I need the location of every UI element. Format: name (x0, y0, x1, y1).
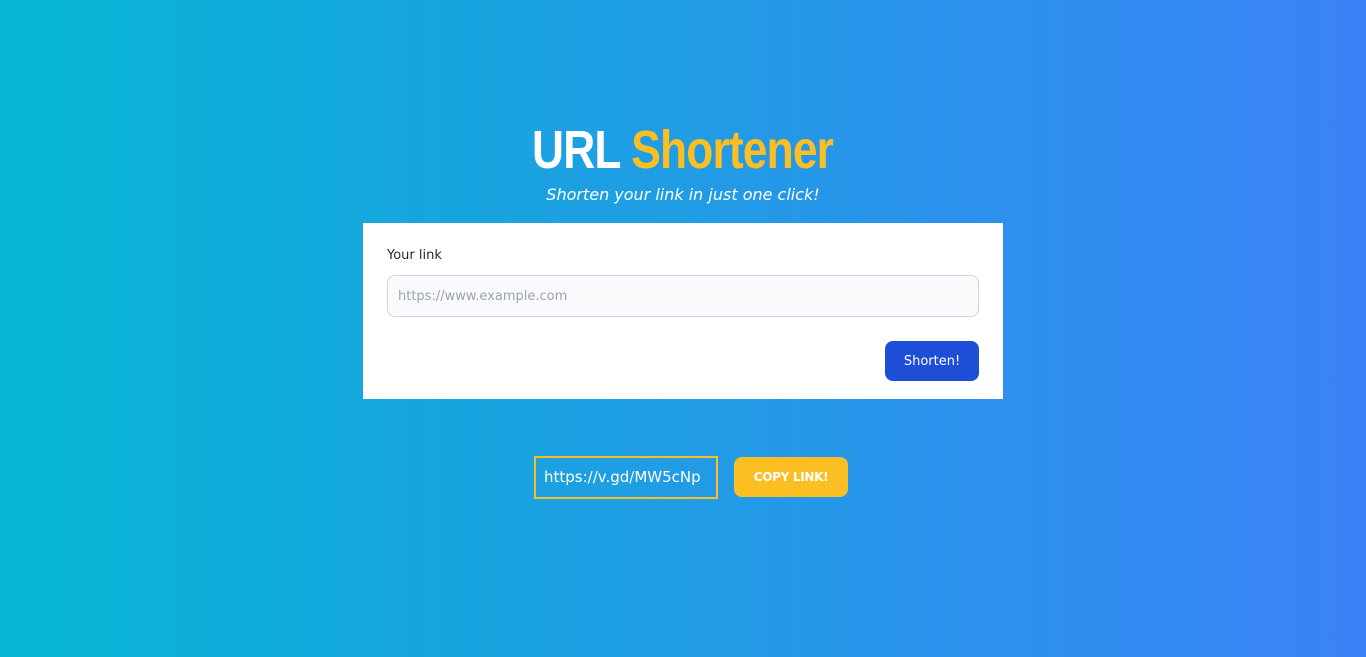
shorten-button[interactable]: Shorten! (885, 341, 979, 381)
title-container: URL Shortener (0, 118, 1366, 182)
page-title: URL Shortener (532, 118, 835, 182)
title-shortener: Shortener (631, 120, 835, 180)
page-subtitle: Shorten your link in just one click! (546, 185, 820, 204)
short-url-output[interactable]: https://v.gd/MW5cNp (534, 456, 718, 499)
shorten-form-card: Your link Shorten! (363, 223, 1003, 399)
copy-link-button[interactable]: COPY LINK! (734, 457, 848, 497)
link-input[interactable] (387, 275, 979, 317)
link-field-label: Your link (387, 248, 442, 263)
title-url: URL (532, 120, 621, 180)
